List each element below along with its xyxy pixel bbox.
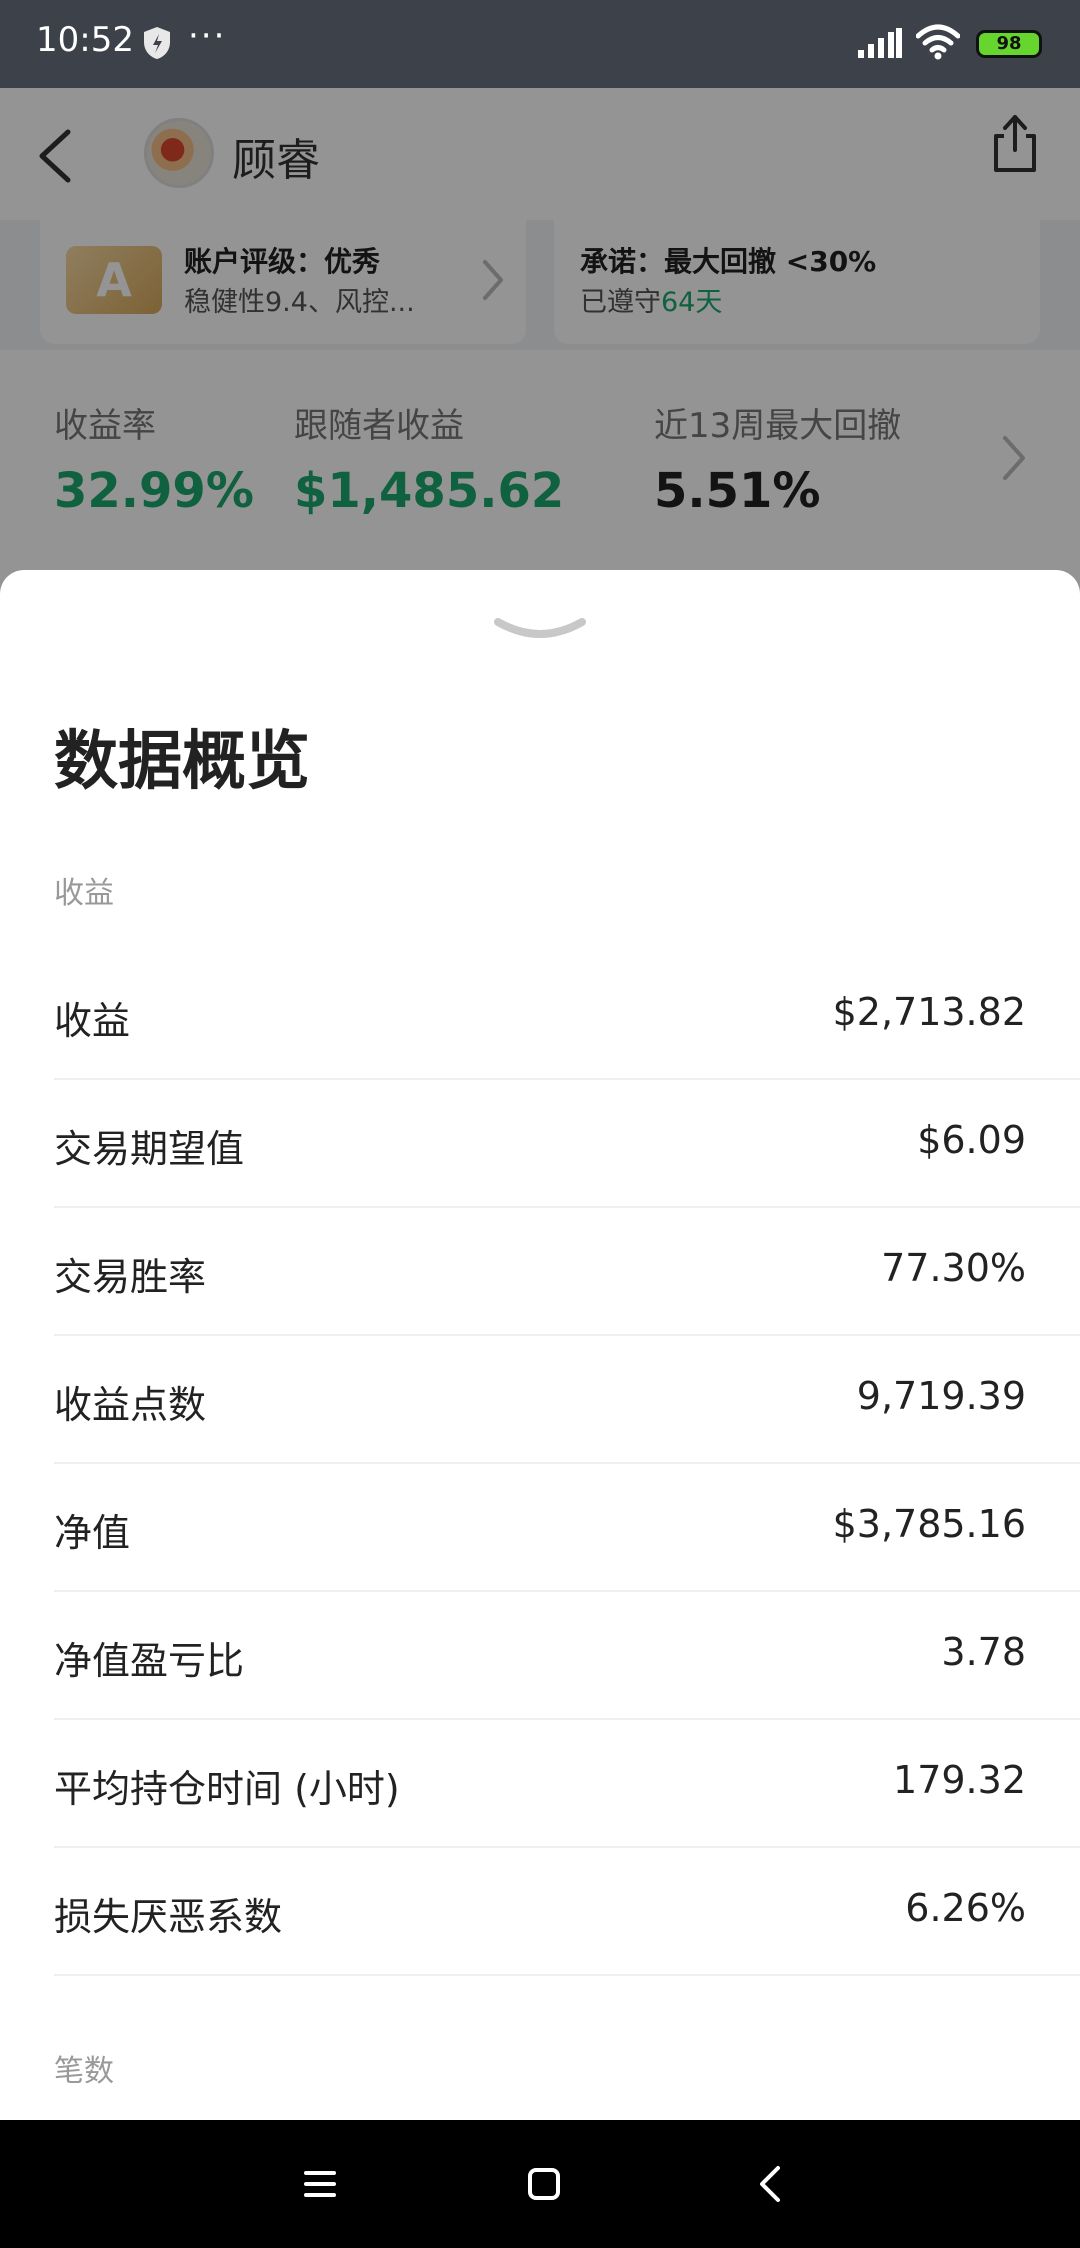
metric-row: 净值盈亏比 3.78 [54, 1592, 1080, 1720]
section-label-earnings: 收益 [54, 876, 114, 911]
home-icon[interactable] [516, 2156, 572, 2212]
system-nav-bar [0, 2120, 1080, 2248]
metric-value: $6.09 [917, 1118, 1026, 1162]
metric-label: 收益 [54, 999, 131, 1043]
more-dots: ··· [188, 16, 227, 56]
metric-label: 净值 [54, 1511, 131, 1555]
metric-label: 损失厌恶系数 [54, 1895, 283, 1939]
metric-value: 6.26% [905, 1886, 1026, 1930]
back-icon[interactable] [744, 2156, 800, 2212]
section-label-count: 笔数 [54, 2054, 114, 2089]
metric-row: 净值 $3,785.16 [54, 1464, 1080, 1592]
menu-icon[interactable] [292, 2156, 348, 2212]
wifi-icon [916, 24, 960, 60]
metric-value: 3.78 [941, 1630, 1026, 1674]
sheet-title: 数据概览 [54, 725, 310, 799]
metric-value: $3,785.16 [832, 1502, 1026, 1546]
metric-label: 收益点数 [54, 1383, 207, 1427]
metric-row: 收益点数 9,719.39 [54, 1336, 1080, 1464]
metric-row: 交易期望值 $6.09 [54, 1080, 1080, 1208]
chevron-down-icon[interactable] [494, 616, 586, 650]
metric-row: 交易胜率 77.30% [54, 1208, 1080, 1336]
shield-icon [144, 27, 170, 59]
status-time: 10:52 [36, 20, 134, 60]
metric-label: 交易胜率 [54, 1255, 207, 1299]
battery-indicator: 98 [976, 30, 1042, 58]
metric-value: $2,713.82 [832, 990, 1026, 1034]
data-overview-sheet: 数据概览 收益 收益 $2,713.82 交易期望值 $6.09 交易胜率 77… [0, 570, 1080, 2120]
metric-row: 损失厌恶系数 6.26% [54, 1848, 1080, 1976]
metric-row: 收益 $2,713.82 [54, 952, 1080, 1080]
metric-label: 平均持仓时间 (小时) [54, 1767, 400, 1811]
metric-label: 交易期望值 [54, 1127, 245, 1171]
status-bar: 10:52 ··· 98 [0, 0, 1080, 88]
metric-row: 平均持仓时间 (小时) 179.32 [54, 1720, 1080, 1848]
metric-label: 净值盈亏比 [54, 1639, 245, 1683]
signal-icon [858, 28, 902, 58]
metric-list: 收益 $2,713.82 交易期望值 $6.09 交易胜率 77.30% 收益点… [0, 952, 1080, 1976]
metric-value: 9,719.39 [856, 1374, 1026, 1418]
metric-value: 179.32 [893, 1758, 1026, 1802]
metric-value: 77.30% [881, 1246, 1026, 1290]
